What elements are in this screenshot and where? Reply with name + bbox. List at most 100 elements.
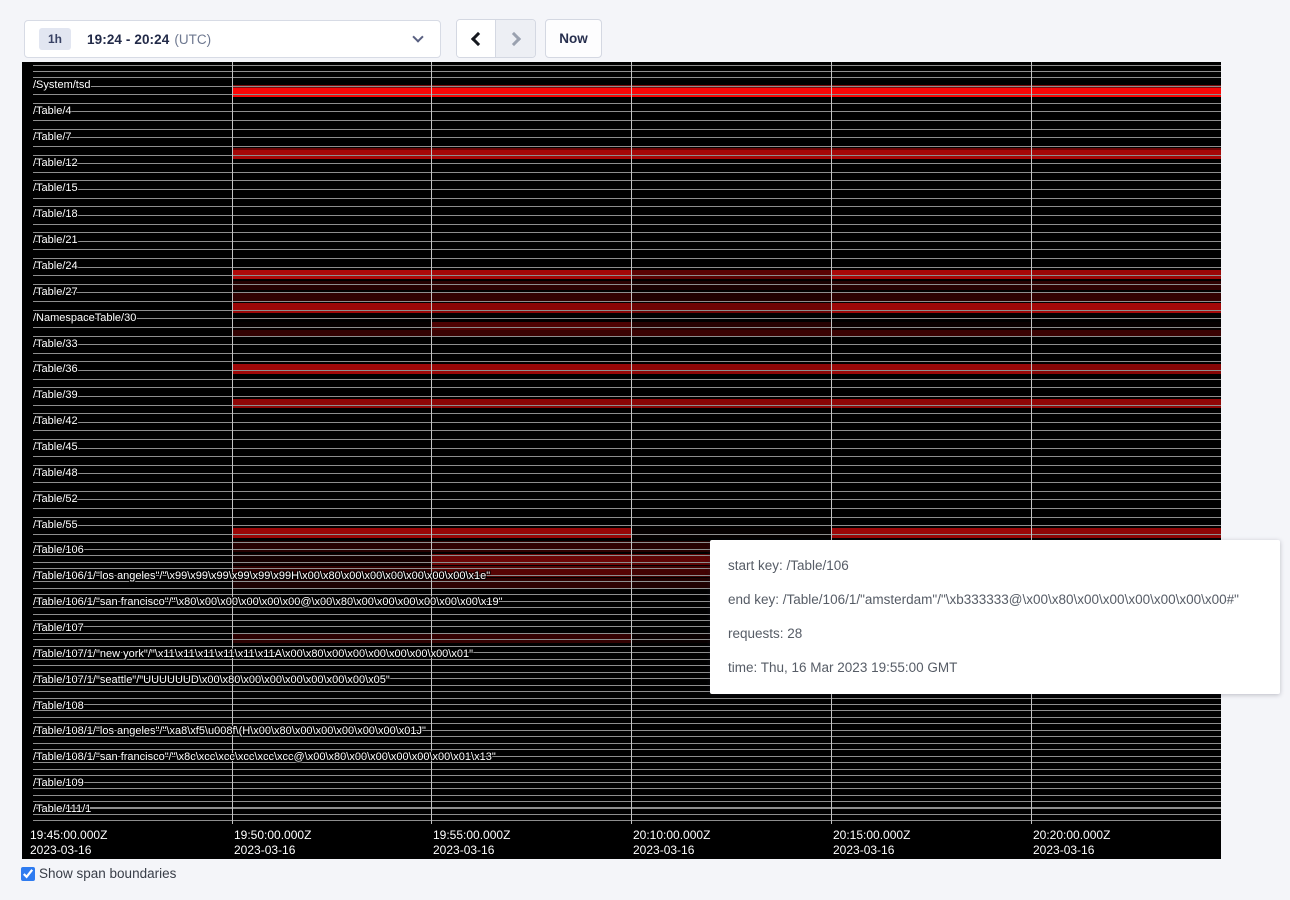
tooltip-line: time: Thu, 16 Mar 2023 19:55:00 GMT <box>728 651 1262 685</box>
span-boundary-line <box>33 698 1221 699</box>
axis-tick-time: 19:55:00.000Z <box>433 828 510 843</box>
span-boundary-line <box>33 387 1221 388</box>
span-boundary-line <box>33 292 1221 293</box>
span-boundary-line <box>33 267 1221 268</box>
time-range-selector[interactable]: 1h 19:24 - 20:24 (UTC) <box>24 20 441 58</box>
axis-tick-date: 2023-03-16 <box>833 843 910 858</box>
span-boundary-line <box>33 224 1221 225</box>
chevron-left-icon <box>471 31 485 45</box>
span-boundary-line <box>33 86 1221 87</box>
next-range-button-disabled[interactable] <box>496 20 535 57</box>
span-boundary-line <box>33 336 1221 337</box>
span-boundary-line <box>33 448 1221 449</box>
axis-tick: 19:55:00.000Z2023-03-16 <box>433 828 510 858</box>
span-boundaries-checkbox[interactable] <box>21 867 35 881</box>
span-boundary-line <box>33 353 1221 354</box>
span-boundary-line <box>33 422 1221 423</box>
heat-band <box>1031 281 1221 290</box>
time-gridline <box>232 62 233 824</box>
heat-band <box>631 399 831 408</box>
row-label: /Table/107/1/"new york"/"\x11\x11\x11\x1… <box>33 648 473 660</box>
heat-band <box>831 292 1031 301</box>
span-boundary-line <box>33 499 1221 500</box>
span-boundary-line <box>33 370 1221 371</box>
row-label: /Table/33 <box>33 338 78 350</box>
span-boundary-line <box>33 775 1221 776</box>
time-gridline <box>631 62 632 824</box>
row-label: /Table/106 <box>33 544 84 556</box>
span-boundary-line <box>33 172 1221 173</box>
heat-band <box>431 633 631 643</box>
axis-tick: 19:45:00.000Z2023-03-16 <box>30 828 107 858</box>
heat-band <box>831 88 1031 97</box>
heatmap-tooltip: start key: /Table/106end key: /Table/106… <box>710 540 1280 694</box>
span-boundary-line <box>33 413 1221 414</box>
span-boundary-line <box>33 163 1221 164</box>
row-label: /Table/45 <box>33 441 78 453</box>
heat-band <box>431 528 631 538</box>
span-boundary-line <box>33 344 1221 345</box>
heat-band <box>631 292 831 301</box>
span-boundary-line <box>33 206 1221 207</box>
key-visualizer-heatmap[interactable]: /System/tsd/Table/4/Table/7/Table/12/Tab… <box>22 62 1221 859</box>
time-duration-badge: 1h <box>39 28 71 50</box>
span-boundary-line <box>33 275 1221 276</box>
now-button[interactable]: Now <box>545 19 602 58</box>
heat-band <box>1031 88 1221 97</box>
heat-band <box>232 322 431 330</box>
axis-tick-date: 2023-03-16 <box>433 843 510 858</box>
span-boundary-line <box>33 769 1221 770</box>
heat-band <box>631 303 831 313</box>
row-label: /Table/18 <box>33 208 78 220</box>
heat-band <box>431 322 631 330</box>
row-label: /Table/42 <box>33 415 78 427</box>
heat-band <box>831 281 1031 290</box>
heat-band <box>1031 303 1221 313</box>
span-boundary-line <box>33 198 1221 199</box>
heat-band <box>431 292 631 301</box>
heat-band <box>232 281 431 290</box>
row-label: /Table/108/1/"san francisco"/"\x8c\xcc\x… <box>33 751 496 763</box>
chevron-right-icon <box>506 31 520 45</box>
tooltip-line: requests: 28 <box>728 617 1262 651</box>
span-boundary-line <box>33 508 1221 509</box>
chevron-down-icon <box>412 31 423 42</box>
span-boundary-line <box>33 241 1221 242</box>
span-boundary-line <box>33 517 1221 518</box>
span-boundary-line <box>33 801 1221 802</box>
previous-range-button[interactable] <box>457 20 496 57</box>
axis-tick-time: 19:45:00.000Z <box>30 828 107 843</box>
span-boundary-line <box>33 155 1221 156</box>
span-boundary-line <box>33 534 1221 535</box>
heat-band <box>431 364 631 374</box>
heat-band <box>431 399 631 408</box>
heat-band <box>1031 322 1221 330</box>
heat-band <box>232 303 431 313</box>
time-step-control <box>456 19 536 58</box>
span-boundary-line <box>33 180 1221 181</box>
row-label: /Table/27 <box>33 286 78 298</box>
span-boundary-line <box>33 788 1221 789</box>
heat-band <box>831 528 1031 538</box>
span-boundary-line <box>33 820 1221 821</box>
span-boundary-line <box>33 717 1221 718</box>
span-boundary-line <box>33 284 1221 285</box>
span-boundaries-label[interactable]: Show span boundaries <box>39 866 176 881</box>
span-boundary-line <box>33 301 1221 302</box>
row-label: /Table/109 <box>33 777 84 789</box>
heat-band <box>1031 364 1221 374</box>
span-boundary-line <box>33 137 1221 138</box>
span-boundary-line <box>33 310 1221 311</box>
span-boundary-line <box>33 77 1221 78</box>
span-boundary-line <box>33 71 1221 72</box>
heat-band <box>431 303 631 313</box>
span-boundary-line <box>33 129 1221 130</box>
span-boundary-line <box>33 482 1221 483</box>
row-label: /Table/108 <box>33 700 84 712</box>
span-boundary-line <box>33 704 1221 705</box>
heat-band <box>631 281 831 290</box>
heat-band <box>232 364 431 374</box>
heat-band <box>232 528 431 538</box>
row-label: /Table/107/1/"seattle"/"UUUUUUD\x00\x80\… <box>33 674 390 686</box>
span-boundary-line <box>33 65 1221 66</box>
